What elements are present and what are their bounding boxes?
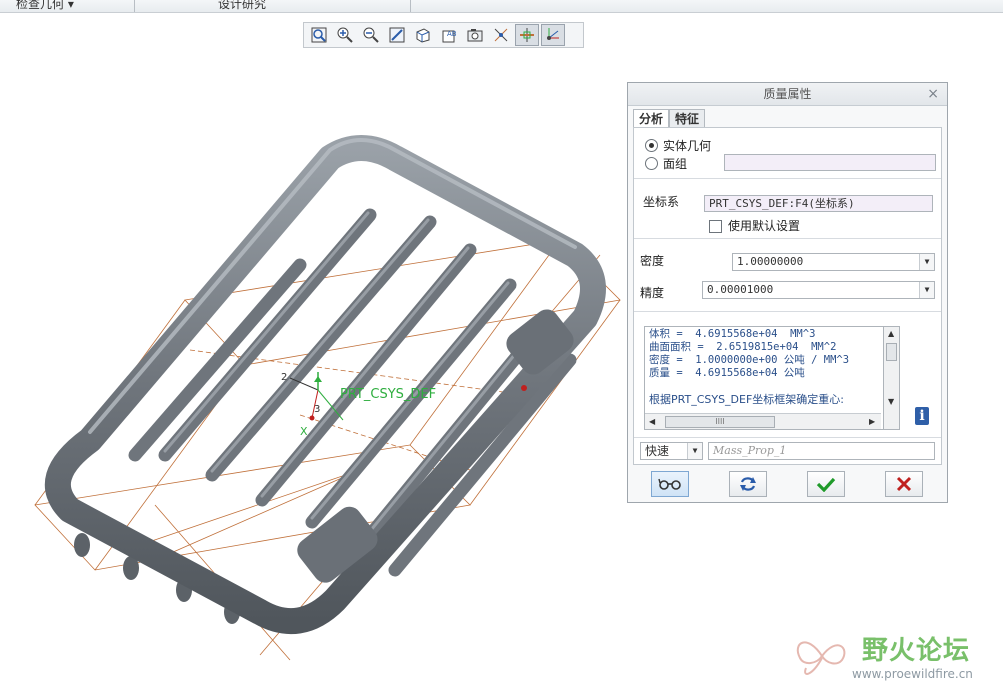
- radio-solid-geometry[interactable]: [645, 139, 658, 152]
- scroll-down-icon[interactable]: ▼: [888, 397, 894, 406]
- use-default-label: 使用默认设置: [728, 219, 801, 233]
- checkmark-icon: [816, 477, 836, 492]
- dialog-title: 质量属性: [763, 87, 812, 101]
- chevron-down-icon[interactable]: ▼: [919, 254, 934, 270]
- csys-label: PRT_CSYS_DEF: [340, 387, 436, 402]
- accuracy-value: 0.00001000: [707, 283, 774, 296]
- axis-x-label: X: [300, 425, 308, 438]
- dialog-titlebar[interactable]: 质量属性 ×: [628, 83, 947, 106]
- chevron-down-icon[interactable]: ▼: [687, 443, 702, 459]
- accuracy-label: 精度: [640, 286, 665, 300]
- csys-collector[interactable]: PRT_CSYS_DEF:F4(坐标系): [704, 195, 933, 212]
- tab-feature[interactable]: 特征: [669, 109, 706, 128]
- ok-button[interactable]: [807, 471, 845, 497]
- density-field[interactable]: 1.00000000 ▼: [732, 253, 935, 271]
- close-icon[interactable]: ×: [927, 83, 939, 105]
- preview-button[interactable]: [651, 471, 689, 497]
- radio-quilt[interactable]: [645, 157, 658, 170]
- mode-value: 快速: [645, 444, 670, 458]
- dialog-tabs: 分析 特征: [633, 109, 706, 128]
- mode-select[interactable]: 快速 ▼: [640, 442, 703, 460]
- refresh-icon: [740, 477, 756, 491]
- divider: [634, 437, 941, 438]
- scroll-right-icon[interactable]: ▶: [869, 417, 875, 426]
- scroll-up-icon[interactable]: ▲: [888, 329, 894, 338]
- divider: [634, 178, 941, 179]
- accuracy-field[interactable]: 0.00001000 ▼: [702, 281, 935, 299]
- tab-analysis[interactable]: 分析: [633, 109, 670, 128]
- quilt-collector[interactable]: [724, 154, 936, 171]
- watermark-url: www.proewildfire.cn: [852, 667, 973, 681]
- close-x-icon: [896, 476, 912, 492]
- results-box[interactable]: 体积 = 4.6915568e+04 MM^3 曲面面积 = 2.6519815…: [644, 326, 884, 430]
- chevron-down-icon[interactable]: ▼: [919, 282, 934, 298]
- result-cog-note: 根据PRT_CSYS_DEF坐标框架确定重心:: [649, 393, 845, 406]
- cancel-button[interactable]: [885, 471, 923, 497]
- butterfly-logo: [796, 641, 846, 675]
- watermark-text: 野火论坛: [862, 636, 971, 666]
- axis-3-label: 3: [314, 404, 320, 415]
- scroll-thumb[interactable]: IIII: [665, 416, 775, 428]
- use-default-checkbox[interactable]: [709, 220, 722, 233]
- vertical-scrollbar[interactable]: ▲ ▼: [884, 326, 900, 430]
- horizontal-scrollbar[interactable]: ◀ IIII ▶: [645, 413, 881, 429]
- csys-field-label: 坐标系: [643, 195, 680, 209]
- result-mass: 质量 = 4.6915568e+04 公吨: [649, 367, 805, 379]
- radio-quilt-label: 面组: [663, 157, 688, 171]
- axis-2-label: 2: [281, 372, 287, 383]
- radio-solid-label: 实体几何: [663, 139, 712, 153]
- analysis-panel: 实体几何 面组 坐标系 PRT_CSYS_DEF:F4(坐标系) 使用默认设置 …: [633, 127, 942, 465]
- repeat-button[interactable]: [729, 471, 767, 497]
- scroll-thumb-v[interactable]: [886, 343, 897, 361]
- divider: [634, 311, 941, 312]
- glasses-icon: [658, 478, 681, 490]
- info-icon[interactable]: i: [915, 407, 929, 425]
- density-label: 密度: [640, 254, 665, 268]
- result-density: 密度 = 1.0000000e+00 公吨 / MM^3: [649, 354, 850, 366]
- mass-properties-dialog: 质量属性 × 分析 特征 实体几何 面组 坐标系 PRT_CSYS_DEF:F4…: [627, 82, 948, 503]
- divider: [634, 238, 941, 239]
- density-value: 1.00000000: [737, 255, 804, 268]
- name-input[interactable]: Mass_Prop_1: [708, 442, 935, 460]
- scroll-left-icon[interactable]: ◀: [649, 417, 655, 426]
